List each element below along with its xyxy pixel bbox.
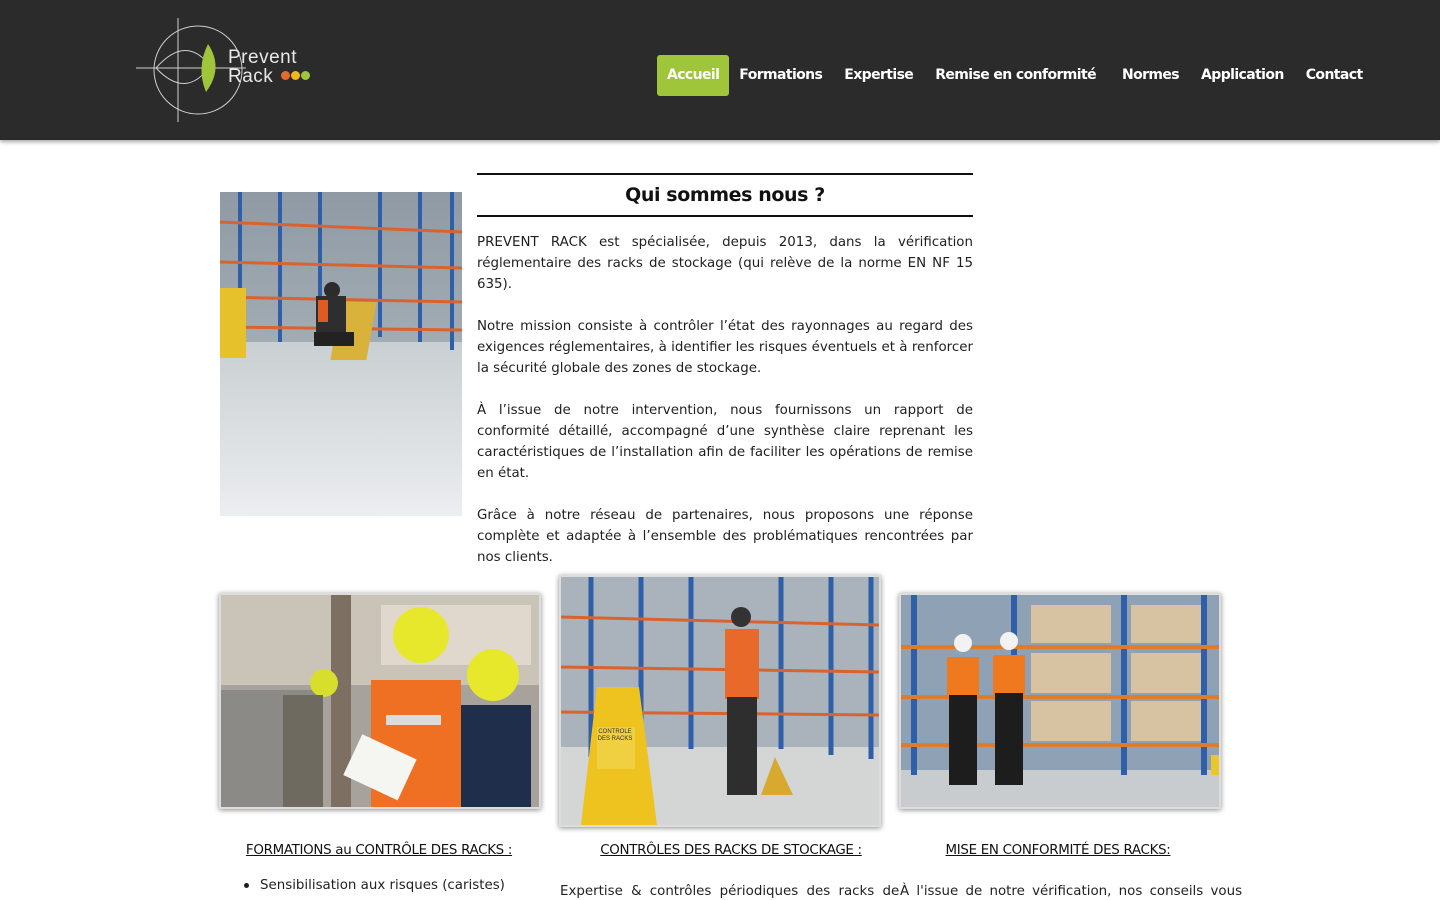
nav-item-formations[interactable]: Formations: [729, 55, 832, 96]
intro-paragraph: Notre mission consiste à contrôler l’éta…: [477, 319, 973, 376]
card-formations-title[interactable]: FORMATIONS au CONTRÔLE DES RACKS :: [219, 843, 539, 858]
logo-text-rack: Rack: [228, 66, 274, 87]
nav-item-accueil[interactable]: Accueil: [657, 55, 730, 96]
prevent-rack-logo[interactable]: Prevent Rack: [136, 16, 336, 124]
logo-dots: [281, 71, 310, 80]
main-nav: Accueil Formations Expertise Remise en c…: [657, 55, 1373, 96]
intro-paragraph: Grâce à notre réseau de partenaires, nou…: [477, 508, 973, 565]
page-title: Qui sommes nous ?: [625, 184, 825, 206]
card-controles-text: Expertise & contrôles périodiques des ra…: [560, 884, 900, 899]
card-controles-title[interactable]: CONTRÔLES DES RACKS DE STOCKAGE :: [559, 843, 903, 858]
card-controles-photo[interactable]: CONTROLE DES RACKS: [559, 575, 881, 827]
logo-dot-yellow: [291, 71, 300, 80]
nav-item-remise-en-conformite[interactable]: Remise en conformité: [925, 55, 1106, 96]
logo-dot-orange: [281, 71, 290, 80]
card-conformite-text: À l'issue de notre vérification, nos con…: [900, 884, 1243, 899]
card-conformite-photo[interactable]: [899, 593, 1221, 809]
card-formations-bullet: Sensibilisation aux risques (caristes): [260, 878, 505, 893]
nav-item-expertise[interactable]: Expertise: [834, 55, 923, 96]
intro-text: PREVENT RACK est spécialisée, depuis 201…: [477, 232, 973, 589]
intro-photo: [220, 192, 462, 516]
nav-item-contact[interactable]: Contact: [1296, 55, 1373, 96]
site-header: Prevent Rack Accueil Formations Expertis…: [0, 0, 1440, 140]
sign-controle-des-racks-text: CONTROLE DES RACKS: [597, 729, 633, 742]
intro-title-box: Qui sommes nous ?: [477, 173, 973, 217]
intro-paragraph: À l’issue de notre intervention, nous fo…: [477, 403, 973, 481]
list-item: Sensibilisation aux risques (caristes): [244, 878, 505, 893]
logo-dot-green: [301, 71, 310, 80]
card-formations-photo[interactable]: [219, 593, 541, 809]
nav-item-application[interactable]: Application: [1191, 55, 1294, 96]
intro-paragraph: PREVENT RACK est spécialisée, depuis 201…: [477, 235, 973, 292]
bullet-dot-icon: [244, 883, 249, 888]
nav-item-normes[interactable]: Normes: [1112, 55, 1189, 96]
card-conformite-title[interactable]: MISE EN CONFORMITÉ DES RACKS:: [899, 843, 1217, 858]
